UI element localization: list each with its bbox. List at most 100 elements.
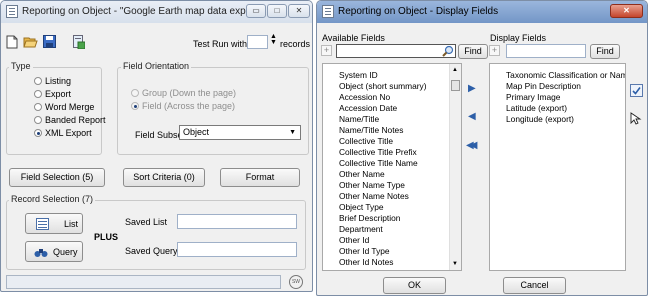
display-find-button[interactable]: Find bbox=[590, 44, 620, 59]
expand-icon[interactable]: + bbox=[489, 45, 500, 56]
status-bar bbox=[6, 275, 281, 289]
stepper-icon[interactable]: ▲ ▼ bbox=[270, 33, 277, 46]
display-search-input[interactable] bbox=[506, 44, 586, 58]
display-fields-label: Display Fields bbox=[490, 33, 547, 43]
radio-xml-export[interactable] bbox=[34, 129, 42, 137]
display-fields-list[interactable]: Taxonomic Classification or Nam Map Pin … bbox=[489, 63, 626, 271]
radio-xml-export-label: XML Export bbox=[45, 128, 92, 138]
list-item[interactable]: Collective Title Prefix bbox=[339, 147, 417, 157]
records-label: records bbox=[280, 39, 311, 49]
type-group-label: Type bbox=[9, 61, 33, 71]
radio-word-merge[interactable] bbox=[34, 103, 42, 111]
list-item[interactable]: Name/Title Notes bbox=[339, 125, 403, 135]
title-bar[interactable]: Reporting on Object - Display Fields ✕ bbox=[317, 1, 647, 23]
open-folder-icon[interactable] bbox=[23, 35, 38, 48]
list-item[interactable]: Other Id Type bbox=[339, 246, 390, 256]
title-bar[interactable]: Reporting on Object - "Google Earth map … bbox=[1, 1, 312, 23]
list-item[interactable]: Collective Title bbox=[339, 136, 393, 146]
test-run-count-input[interactable] bbox=[247, 35, 268, 49]
list-item[interactable]: System ID bbox=[339, 70, 378, 80]
plus-label: PLUS bbox=[94, 232, 119, 242]
list-item[interactable]: Other Name Notes bbox=[339, 191, 409, 201]
list-button-label: List bbox=[64, 219, 79, 229]
report-settings-icon[interactable] bbox=[73, 35, 85, 49]
sort-criteria-button[interactable]: Sort Criteria (0) bbox=[123, 168, 205, 187]
field-properties-icon[interactable] bbox=[630, 84, 643, 97]
radio-export[interactable] bbox=[34, 90, 42, 98]
list-item[interactable]: Taxonomic Classification or Nam bbox=[506, 70, 625, 80]
window-title: Reporting on Object - Display Fields bbox=[338, 6, 499, 17]
field-orientation-group bbox=[117, 67, 309, 155]
list-item[interactable]: Collective Title Name bbox=[339, 158, 418, 168]
scroll-down-icon[interactable]: ▼ bbox=[452, 261, 458, 267]
radio-listing-label: Listing bbox=[45, 76, 72, 86]
radio-listing[interactable] bbox=[34, 77, 42, 85]
expand-icon[interactable]: + bbox=[321, 45, 332, 56]
list-item[interactable]: Name/Title bbox=[339, 114, 379, 124]
list-item[interactable]: Brief Description bbox=[339, 213, 400, 223]
list-item[interactable]: Map Pin Description bbox=[506, 81, 581, 91]
list-item[interactable]: Longitude (export) bbox=[506, 114, 574, 124]
list-item[interactable]: Accession No bbox=[339, 92, 390, 102]
radio-group-down-label: Group (Down the page) bbox=[142, 88, 237, 98]
close-button[interactable]: ✕ bbox=[610, 4, 643, 18]
query-button[interactable]: Query bbox=[25, 241, 83, 262]
field-move-cursor-icon[interactable] bbox=[630, 112, 643, 125]
field-subset-label: Field Subset bbox=[135, 130, 186, 140]
list-item[interactable]: Other Name Type bbox=[339, 180, 405, 190]
remove-field-arrow-icon[interactable]: ◀ bbox=[468, 111, 476, 122]
radio-word-merge-label: Word Merge bbox=[45, 102, 95, 112]
window-title: Reporting on Object - "Google Earth map … bbox=[22, 6, 261, 17]
list-item[interactable]: Object Type bbox=[339, 202, 384, 212]
saved-list-input[interactable] bbox=[177, 214, 297, 229]
maximize-button[interactable]: □ bbox=[267, 4, 287, 18]
list-item[interactable]: Department bbox=[339, 224, 383, 234]
remove-all-arrow-icon[interactable]: ◀◀ bbox=[466, 140, 478, 151]
list-icon bbox=[36, 218, 49, 230]
radio-banded-report-label: Banded Report bbox=[45, 115, 106, 125]
list-item[interactable]: Object (short summary) bbox=[339, 81, 427, 91]
saved-query-label: Saved Query bbox=[125, 246, 178, 256]
new-document-icon[interactable] bbox=[6, 35, 18, 49]
minimize-button[interactable]: ▭ bbox=[246, 4, 266, 18]
field-subset-value: Object bbox=[183, 127, 210, 137]
list-button[interactable]: List bbox=[25, 213, 83, 234]
saved-list-label: Saved List bbox=[125, 217, 168, 227]
window-icon bbox=[6, 5, 18, 18]
ok-button[interactable]: OK bbox=[383, 277, 446, 294]
add-field-arrow-icon[interactable]: ▶ bbox=[468, 83, 476, 94]
field-subset-select[interactable]: Object ▼ bbox=[179, 125, 301, 140]
search-icon[interactable] bbox=[442, 45, 454, 57]
list-item[interactable]: Other Id bbox=[339, 235, 369, 245]
radio-group-down[interactable] bbox=[131, 89, 139, 97]
saved-query-input[interactable] bbox=[177, 242, 297, 257]
radio-banded-report[interactable] bbox=[34, 116, 42, 124]
scroll-thumb[interactable] bbox=[451, 80, 460, 91]
available-fields-list[interactable]: System ID Object (short summary) Accessi… bbox=[322, 63, 462, 271]
field-orientation-label: Field Orientation bbox=[121, 61, 192, 71]
save-icon[interactable] bbox=[43, 35, 56, 48]
list-item[interactable]: Other Id Notes bbox=[339, 257, 393, 267]
radio-field-across-label: Field (Across the page) bbox=[142, 101, 236, 111]
available-fields-label: Available Fields bbox=[322, 33, 385, 43]
list-item[interactable]: Other Name bbox=[339, 169, 385, 179]
field-selection-button[interactable]: Field Selection (5) bbox=[9, 168, 105, 187]
list-item[interactable]: Accession Date bbox=[339, 103, 397, 113]
available-scrollbar[interactable]: ▲ ▼ bbox=[449, 64, 461, 270]
available-find-button[interactable]: Find bbox=[458, 44, 488, 59]
query-button-label: Query bbox=[53, 247, 78, 257]
close-button[interactable]: ✕ bbox=[288, 4, 310, 18]
cancel-button[interactable]: Cancel bbox=[503, 277, 566, 294]
display-fields-window: Reporting on Object - Display Fields ✕ A… bbox=[316, 0, 648, 296]
radio-field-across[interactable] bbox=[131, 102, 139, 110]
record-selection-label: Record Selection (7) bbox=[9, 194, 96, 204]
window-icon bbox=[322, 5, 334, 18]
list-item[interactable]: Latitude (export) bbox=[506, 103, 567, 113]
report-window: Reporting on Object - "Google Earth map … bbox=[0, 0, 313, 292]
list-item[interactable]: Primary Image bbox=[506, 92, 560, 102]
scroll-up-icon[interactable]: ▲ bbox=[452, 67, 458, 73]
chevron-down-icon: ▼ bbox=[289, 129, 296, 136]
available-search-input[interactable] bbox=[336, 44, 456, 58]
status-icon: SW bbox=[289, 275, 303, 289]
format-button[interactable]: Format bbox=[220, 168, 300, 187]
